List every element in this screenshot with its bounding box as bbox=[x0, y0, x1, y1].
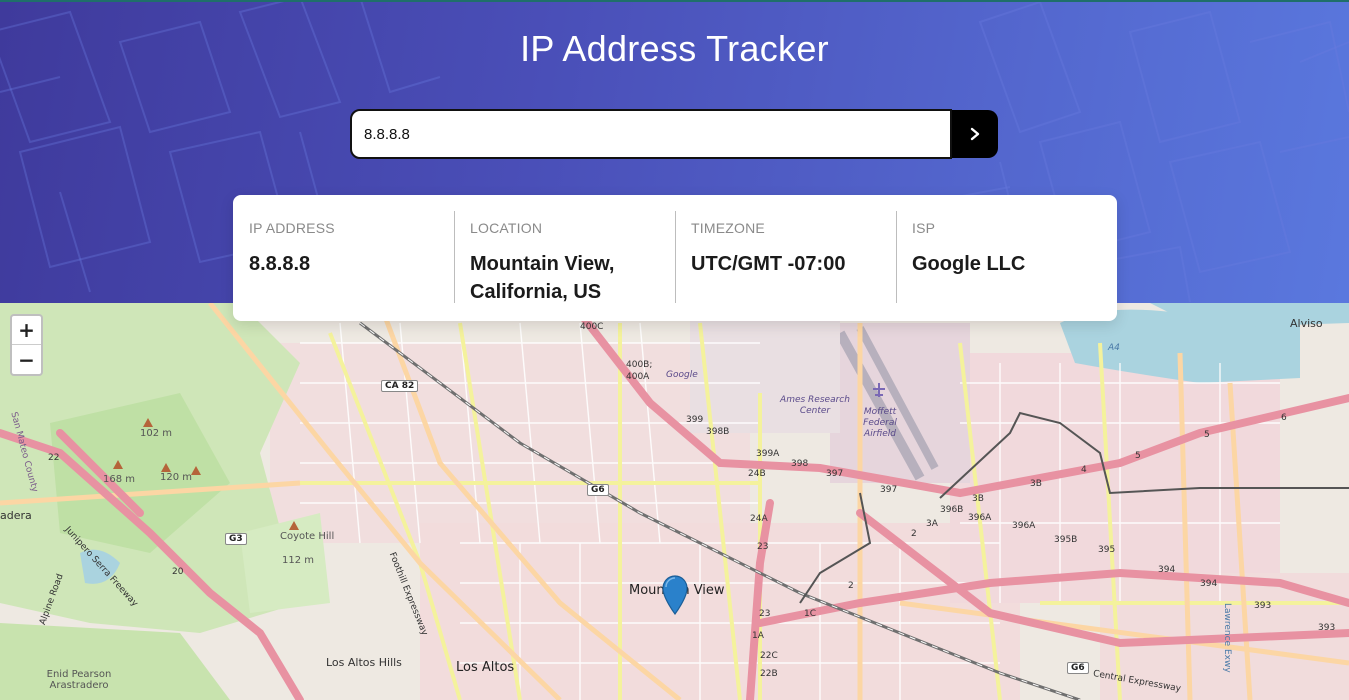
zoom-in-button[interactable]: + bbox=[12, 316, 41, 345]
map-exit-397b: 397 bbox=[880, 485, 898, 495]
map-exit-24b: 24B bbox=[748, 469, 766, 479]
ip-address-cell: IP ADDRESS 8.8.8.8 bbox=[233, 211, 454, 305]
map-exit-394: 394 bbox=[1158, 565, 1176, 575]
map-exit-23b: 23 bbox=[759, 609, 771, 619]
map-road-ca82: CA 82 bbox=[381, 380, 419, 392]
map-elevation-120: 120 m bbox=[160, 472, 193, 483]
map-exit-1c: 1C bbox=[804, 609, 817, 619]
map-road-g6-b: G6 bbox=[1067, 662, 1089, 674]
timezone-label: TIMEZONE bbox=[691, 220, 765, 236]
ip-info-card: IP ADDRESS 8.8.8.8 LOCATION Mountain Vie… bbox=[233, 195, 1117, 321]
map-label-adera: adera bbox=[0, 509, 32, 522]
top-accent-line bbox=[0, 0, 1349, 2]
map-exit-395b: 395B bbox=[1054, 535, 1078, 545]
map-exit-2: 2 bbox=[911, 529, 917, 539]
map-label-a4: A4 bbox=[1108, 343, 1120, 353]
map-exit-3b: 3B bbox=[972, 494, 984, 504]
map-road-lawrence: Lawrence Exwy bbox=[1222, 603, 1232, 673]
map-exit-2b: 2 bbox=[848, 581, 854, 591]
map-exit-396a-2: 396A bbox=[1012, 521, 1036, 531]
map-peak-markers bbox=[113, 418, 299, 530]
map-poi-ames: Ames Research Center bbox=[780, 395, 850, 416]
map-poi-google: Google bbox=[666, 370, 698, 380]
zoom-out-button[interactable]: − bbox=[12, 345, 41, 374]
map-exit-1a: 1A bbox=[752, 631, 764, 641]
location-label: LOCATION bbox=[470, 220, 543, 236]
map-exit-20: 20 bbox=[172, 567, 184, 577]
timezone-cell: TIMEZONE UTC/GMT -07:00 bbox=[675, 211, 896, 305]
map-exit-6: 6 bbox=[1281, 413, 1287, 423]
map-exit-398b: 398B bbox=[706, 427, 730, 437]
location-cell: LOCATION Mountain View, California, US bbox=[454, 211, 675, 305]
map-exit-394b: 394 bbox=[1200, 579, 1218, 589]
map-label-alviso: Alviso bbox=[1290, 317, 1323, 330]
map-exit-396a: 396A bbox=[968, 513, 992, 523]
search-bar bbox=[350, 109, 998, 159]
map-zoom-control: + − bbox=[10, 314, 43, 376]
ip-search-input[interactable] bbox=[350, 109, 953, 159]
map-label-los-altos: Los Altos bbox=[456, 660, 515, 675]
map-poi-enid-pearson: Enid Pearson Arastradero bbox=[46, 669, 112, 691]
map-exit-399a: 399A bbox=[756, 449, 780, 459]
page-title: IP Address Tracker bbox=[520, 28, 829, 69]
map-exit-400c: 400C bbox=[580, 322, 604, 332]
map-exit-396b: 396B bbox=[940, 505, 964, 515]
map-exit-5: 5 bbox=[1204, 430, 1210, 440]
location-pin-icon[interactable] bbox=[662, 575, 688, 620]
map-exit-23: 23 bbox=[757, 542, 769, 552]
location-value: Mountain View, California, US bbox=[470, 253, 615, 303]
ip-address-value: 8.8.8.8 bbox=[249, 253, 311, 275]
map-exit-5b: 5 bbox=[1135, 451, 1141, 461]
search-submit-button[interactable] bbox=[952, 110, 998, 158]
isp-value: Google LLC bbox=[912, 253, 1026, 275]
map-exit-400b: 400B; bbox=[626, 360, 653, 370]
map-elevation-168: 168 m bbox=[103, 474, 136, 485]
chevron-right-icon bbox=[970, 127, 980, 141]
map-exit-395: 395 bbox=[1098, 545, 1116, 555]
timezone-value: UTC/GMT -07:00 bbox=[691, 253, 846, 275]
map-road-g6-a: G6 bbox=[587, 484, 609, 496]
map-exit-397: 397 bbox=[826, 469, 844, 479]
map-poi-coyote-hill: Coyote Hill bbox=[280, 531, 335, 542]
map-road-g3: G3 bbox=[225, 533, 247, 545]
isp-cell: ISP Google LLC bbox=[896, 211, 1117, 305]
map-exit-22b: 22B bbox=[760, 669, 778, 679]
map-exit-399: 399 bbox=[686, 415, 704, 425]
map-exit-4: 4 bbox=[1081, 465, 1087, 475]
map-label-los-altos-hills: Los Altos Hills bbox=[326, 656, 402, 669]
map-elevation-102: 102 m bbox=[140, 428, 173, 439]
map-exit-398: 398 bbox=[791, 459, 809, 469]
map-exit-24a: 24A bbox=[750, 514, 768, 524]
map-poi-moffett: Moffett Federal Airfield bbox=[863, 407, 897, 439]
map-exit-22c: 22C bbox=[760, 651, 778, 661]
map-exit-400a: 400A bbox=[626, 372, 650, 382]
map-exit-3a: 3A bbox=[926, 519, 938, 529]
map-exit-3b-2: 3B bbox=[1030, 479, 1042, 489]
map-exit-393: 393 bbox=[1254, 601, 1272, 611]
map-view[interactable]: Mountain View Los Altos Los Altos Hills … bbox=[0, 303, 1349, 700]
map-exit-393b: 393 bbox=[1318, 623, 1336, 633]
isp-label: ISP bbox=[912, 220, 936, 236]
ip-address-label: IP ADDRESS bbox=[249, 220, 335, 236]
map-poi-coyote-hill-elevation: 112 m bbox=[282, 555, 315, 566]
map-exit-22: 22 bbox=[48, 453, 60, 463]
